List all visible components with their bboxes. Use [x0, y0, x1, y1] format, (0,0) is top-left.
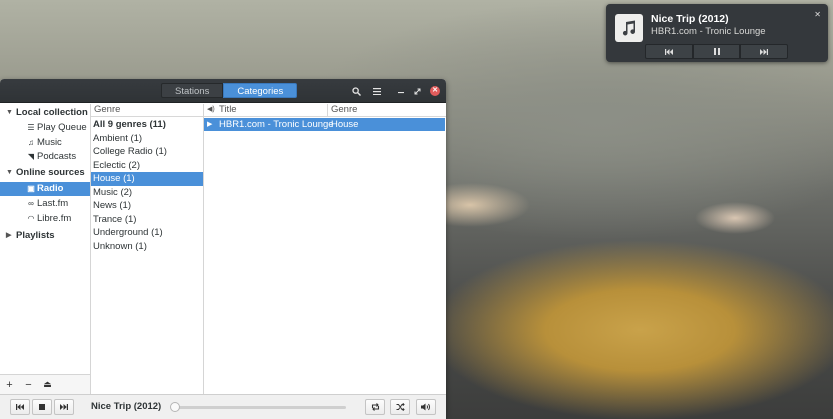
station-genre: House — [331, 119, 359, 130]
next-icon — [760, 48, 769, 55]
pause-icon — [713, 48, 720, 55]
minimize-icon[interactable] — [396, 85, 406, 97]
shuffle-icon — [396, 403, 405, 411]
tab-stations[interactable]: Stations — [161, 83, 224, 98]
list-item[interactable]: Music (2) — [91, 186, 203, 200]
tab-categories[interactable]: Categories — [223, 83, 298, 98]
now-playing-title: Nice Trip (2012) — [91, 401, 162, 412]
menu-icon[interactable] — [372, 85, 382, 97]
rss-icon: ◥ — [27, 152, 35, 161]
shuffle-button[interactable] — [390, 399, 410, 415]
title-column-header[interactable]: ◀) Title — [204, 104, 328, 117]
notification-title: Nice Trip (2012) — [651, 13, 729, 25]
maximize-icon[interactable] — [412, 85, 422, 97]
stations-table: ◀) Title Genre ▶ HBR1.com - Tronic Loung… — [204, 104, 446, 394]
list-item[interactable]: Ambient (1) — [91, 132, 203, 146]
progress-bar[interactable] — [174, 406, 346, 409]
sidebar-section-label: Playlists — [16, 230, 55, 241]
sidebar-item-label: Libre.fm — [37, 213, 72, 224]
sidebar-toolbar: + − ⏏ — [0, 374, 91, 394]
stop-icon — [39, 404, 45, 410]
previous-button[interactable] — [10, 399, 30, 415]
now-playing-icon: ▶ — [207, 121, 213, 128]
repeat-icon — [371, 403, 379, 411]
volume-button[interactable] — [416, 399, 436, 415]
sidebar-section-local-collection[interactable]: ▼ Local collection — [0, 106, 90, 120]
sidebar-item-radio[interactable]: ▣ Radio — [0, 182, 90, 196]
sidebar-item-label: Podcasts — [37, 151, 77, 162]
sidebar-item-label: Music — [37, 137, 62, 148]
sidebar: ▼ Local collection ☰ Play Queue ♫ Music … — [0, 104, 91, 394]
genre-column-header[interactable]: Genre — [328, 104, 446, 117]
notification-subtitle: HBR1.com - Tronic Lounge — [651, 26, 766, 37]
view-switcher: Stations Categories — [161, 83, 298, 98]
playlist-icon: ☰ — [27, 123, 35, 132]
sidebar-section-online-sources[interactable]: ▼ Online sources — [0, 166, 90, 180]
next-icon — [60, 404, 68, 410]
column-header-label: Title — [219, 104, 237, 115]
sidebar-item-label: Play Queue — [37, 122, 87, 133]
list-item[interactable]: All 9 genres (11) — [91, 118, 203, 132]
main-window: Stations Categories ✕ ▼ Local collection… — [0, 79, 446, 419]
sidebar-item-lastfm[interactable]: ∞ Last.fm — [0, 197, 90, 211]
pause-button[interactable] — [692, 44, 741, 59]
previous-button[interactable] — [645, 44, 693, 59]
list-item[interactable]: Underground (1) — [91, 226, 203, 240]
close-icon[interactable]: ✕ — [814, 10, 821, 19]
list-item[interactable]: Eclectic (2) — [91, 159, 203, 173]
wifi-icon: ◠ — [27, 214, 35, 223]
expander-down-icon: ▼ — [6, 109, 13, 116]
list-item[interactable]: House (1) — [91, 172, 203, 186]
add-button[interactable]: + — [0, 375, 19, 394]
player-bar: Nice Trip (2012) — [0, 394, 446, 419]
header-bar: Stations Categories ✕ — [0, 79, 446, 103]
sidebar-section-label: Online sources — [16, 167, 85, 178]
remove-button[interactable]: − — [19, 375, 38, 394]
station-title: HBR1.com - Tronic Lounge — [219, 119, 334, 130]
sidebar-item-label: Last.fm — [37, 198, 69, 209]
notification-controls — [645, 44, 789, 59]
expander-down-icon: ▼ — [6, 169, 13, 176]
next-button[interactable] — [740, 44, 789, 59]
close-icon[interactable]: ✕ — [430, 86, 440, 96]
list-item[interactable]: News (1) — [91, 199, 203, 213]
next-button[interactable] — [54, 399, 74, 415]
radio-icon: ▣ — [27, 184, 35, 193]
list-item[interactable]: Unknown (1) — [91, 240, 203, 254]
notification: Nice Trip (2012) HBR1.com - Tronic Loung… — [606, 4, 828, 62]
sidebar-item-play-queue[interactable]: ☰ Play Queue — [0, 121, 90, 135]
previous-icon — [16, 404, 24, 410]
progress-slider-handle[interactable] — [170, 402, 180, 412]
genre-column-header[interactable]: Genre — [91, 104, 203, 117]
search-icon[interactable] — [351, 85, 361, 97]
eject-button[interactable]: ⏏ — [38, 375, 57, 394]
genre-list: Genre All 9 genres (11) Ambient (1) Colleg… — [91, 104, 204, 394]
music-note-icon — [615, 14, 643, 42]
table-row[interactable]: ▶ HBR1.com - Tronic Lounge House — [204, 118, 445, 131]
previous-icon — [664, 48, 673, 55]
sidebar-section-playlists[interactable]: ▶ Playlists — [0, 229, 90, 243]
expander-right-icon: ▶ — [6, 232, 12, 239]
sidebar-item-librefm[interactable]: ◠ Libre.fm — [0, 212, 90, 226]
column-header-label: Genre — [331, 104, 358, 115]
music-note-icon: ♫ — [28, 138, 34, 147]
volume-icon — [421, 403, 430, 411]
sidebar-item-podcasts[interactable]: ◥ Podcasts — [0, 150, 90, 164]
sidebar-item-music[interactable]: ♫ Music — [0, 136, 90, 150]
sort-playing-icon: ◀) — [207, 106, 215, 113]
sidebar-section-label: Local collection — [16, 107, 88, 118]
stop-button[interactable] — [32, 399, 52, 415]
column-header-label: Genre — [94, 104, 121, 115]
repeat-button[interactable] — [365, 399, 385, 415]
list-item[interactable]: College Radio (1) — [91, 145, 203, 159]
lastfm-icon: ∞ — [28, 199, 34, 208]
list-item[interactable]: Trance (1) — [91, 213, 203, 227]
sidebar-item-label: Radio — [37, 183, 64, 194]
